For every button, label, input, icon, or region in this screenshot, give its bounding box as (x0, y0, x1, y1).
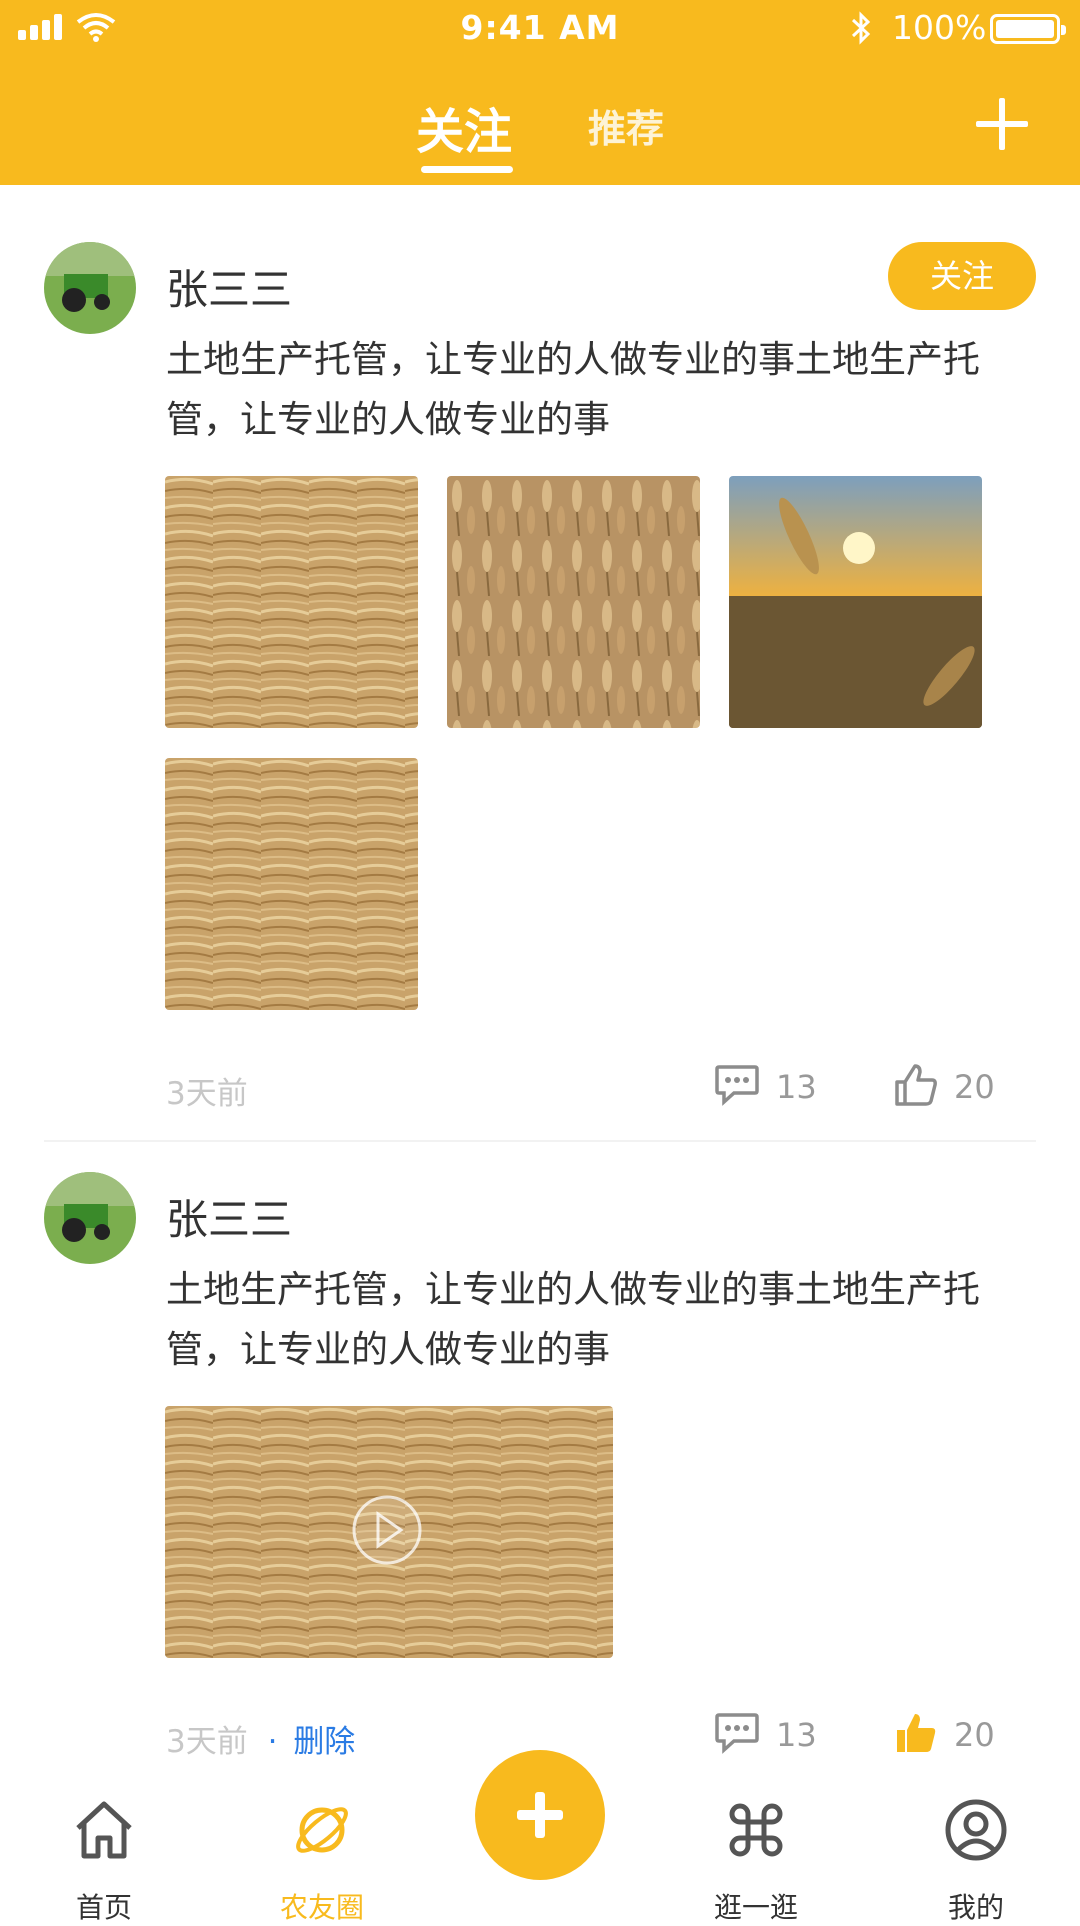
post-1-like-count: 20 (954, 1068, 995, 1106)
delete-link[interactable]: 删除 (293, 1724, 355, 1760)
post-2-time-text: 3天前 (166, 1724, 248, 1760)
post-2-text: 土地生产托管，让专业的人做专业的事土地生产托管，让专业的人做专业的事 (166, 1268, 980, 1371)
post-2-username[interactable]: 张三三 (166, 1186, 292, 1247)
user-icon (945, 1799, 1007, 1861)
tab-explore-label: 逛一逛 (713, 1891, 798, 1924)
follow-button[interactable]: 关注 (888, 242, 1036, 310)
post-1-image-3[interactable] (729, 476, 982, 728)
post-1-time: 3天前 (166, 1076, 248, 1112)
planet-icon (296, 1807, 348, 1853)
like-icon[interactable] (893, 1062, 939, 1108)
post-1-text: 土地生产托管，让专业的人做专业的事土地生产托管，让专业的人做专业的事 (166, 338, 980, 441)
post-2-like-count: 20 (954, 1716, 995, 1754)
app-header: 9:41 AM 100% 关注 推荐 (0, 0, 1080, 185)
tab-mine-label: 我的 (947, 1891, 1004, 1924)
post-divider (44, 1140, 1036, 1142)
home-icon (76, 1801, 132, 1859)
post-1-image-1[interactable] (165, 476, 418, 728)
tab-farm-circle-label: 农友圈 (279, 1891, 364, 1924)
command-icon (729, 1803, 783, 1857)
bluetooth-icon (851, 11, 871, 45)
comment-icon[interactable] (714, 1712, 760, 1754)
comment-icon[interactable] (714, 1064, 760, 1106)
tab-recommend[interactable]: 推荐 (588, 98, 664, 153)
post-1-username[interactable]: 张三三 (166, 256, 292, 317)
tab-follow[interactable]: 关注 (416, 92, 513, 173)
post-2-video[interactable] (165, 1406, 613, 1658)
status-bar: 9:41 AM 100% (0, 0, 1080, 58)
tab-recommend-label: 推荐 (588, 107, 665, 151)
battery-percent: 100% (892, 8, 987, 47)
plus-icon (517, 1792, 563, 1838)
post-2-comment-count: 13 (776, 1716, 817, 1754)
post-1-comment-count: 13 (776, 1068, 817, 1106)
active-tab-indicator (421, 166, 513, 173)
post-1-image-2[interactable] (447, 476, 700, 728)
like-filled-icon[interactable] (893, 1710, 939, 1756)
publish-button[interactable] (475, 1750, 605, 1880)
post-1-image-4[interactable] (165, 758, 418, 1010)
battery-icon (990, 14, 1066, 44)
post-2-avatar[interactable] (44, 1172, 136, 1264)
tab-follow-label: 关注 (416, 104, 513, 160)
add-icon[interactable] (974, 96, 1030, 152)
post-2-time: 3天前 · 删除 (166, 1716, 355, 1761)
meta-separator: · (267, 1724, 278, 1760)
tab-home-label: 首页 (75, 1891, 132, 1924)
post-1-avatar[interactable] (44, 242, 136, 334)
